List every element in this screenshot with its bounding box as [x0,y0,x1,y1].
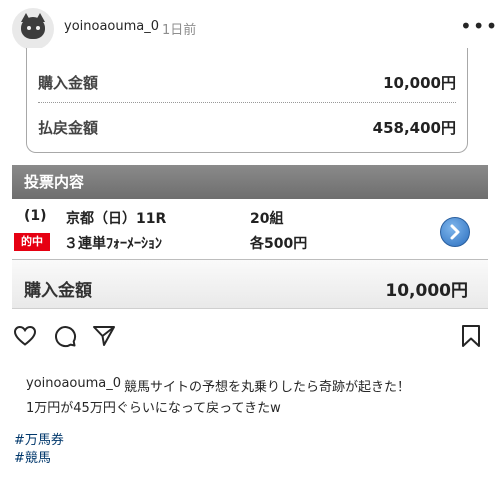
purchase-label: 購入金額 [38,74,99,92]
heart-icon[interactable] [13,324,37,352]
avatar[interactable] [12,8,54,50]
post-username[interactable]: yoinoaouma_0 [64,19,159,34]
bet-each-amount: 各500円 [250,236,308,252]
refund-label: 払戻金額 [38,119,99,137]
hashtag[interactable]: #競馬 [14,447,51,466]
total-value: 10,000円 [385,281,468,301]
hit-badge: 的中 [14,233,50,251]
caption-username[interactable]: yoinoaouma_0 [26,376,121,391]
cat-eye [27,26,31,30]
total-label: 購入金額 [24,281,92,301]
comment-icon[interactable] [53,324,77,352]
bet-type: ３連単ﾌｫｰﾒｰｼｮﾝ [64,236,162,252]
cat-eye [36,26,40,30]
more-options-icon[interactable]: ••• [460,14,498,38]
section-title: 投票内容 [12,165,488,199]
divider [38,102,456,103]
bet-race: 京都（日）11R [66,211,167,227]
cat-face [21,17,45,39]
caption-line-1: 競馬サイトの予想を丸乗りしたら奇跡が起きた！ [124,380,411,395]
chevron-right-icon[interactable] [440,217,470,247]
refund-value: 458,400円 [372,119,456,137]
caption-line-2: 1万円が45万円ぐらいになって戻ってきたw [26,401,281,416]
hashtag[interactable]: #万馬券 [14,429,64,448]
bet-number: (1) [24,208,47,224]
bet-combos: 20組 [250,211,284,227]
post-time: 1日前 [162,23,197,38]
bookmark-icon[interactable] [460,324,482,352]
share-icon[interactable] [92,324,116,352]
purchase-value: 10,000円 [383,74,456,92]
